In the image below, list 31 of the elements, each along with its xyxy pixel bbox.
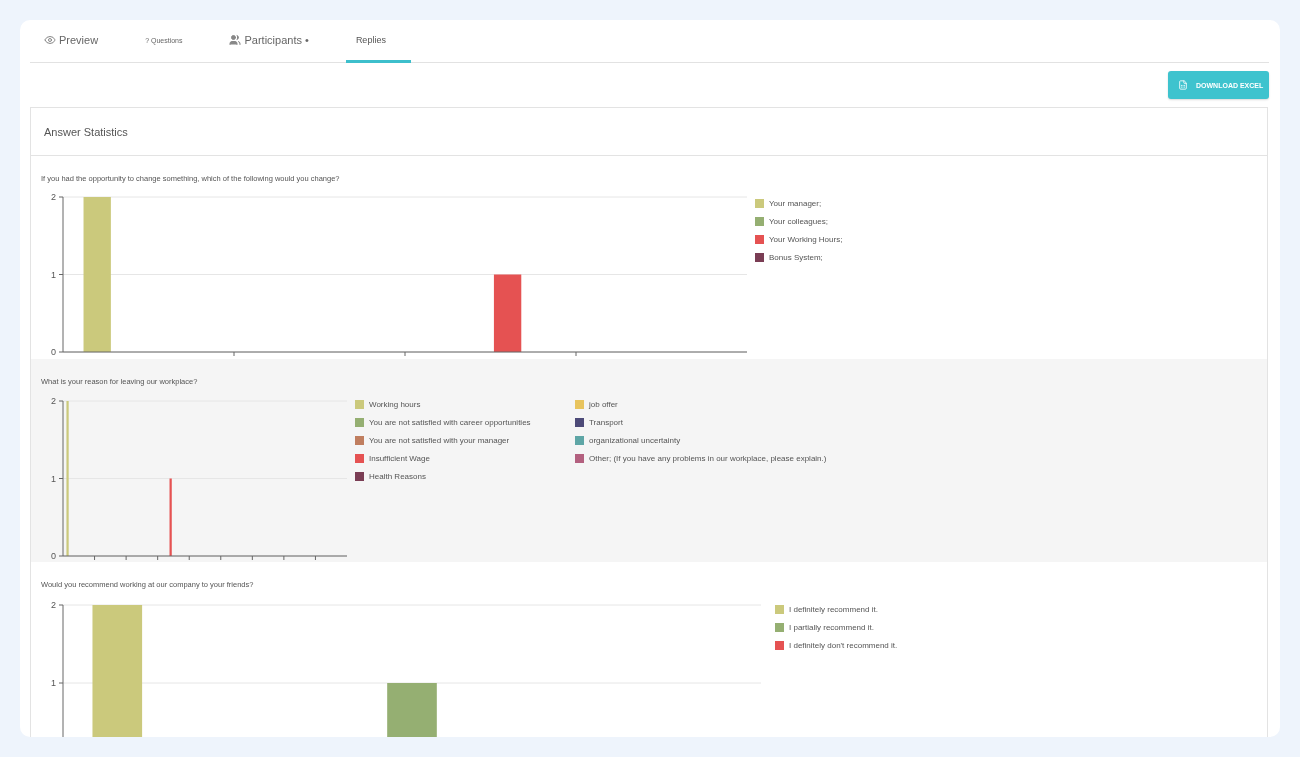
tick-label: 2 (51, 192, 56, 202)
tick-label: 2 (51, 396, 56, 406)
tick-label: 1 (51, 473, 56, 484)
legend-label: Your Working Hours; (769, 234, 843, 244)
panel-title: Answer Statistics (44, 125, 128, 138)
legend-label: I partially recommend it. (789, 622, 874, 632)
legend-label: Transport (589, 417, 623, 427)
tick-label: 1 (51, 678, 56, 688)
legend-label: Your manager; (769, 198, 822, 208)
legend-label: Other; (If you have any problems in our workplace, please explain.) (589, 453, 827, 463)
tick-label: 0 (51, 347, 56, 357)
eye-icon (44, 34, 56, 46)
legend-label: I definitely don't recommend it. (789, 640, 898, 650)
legend-label: job offer (589, 399, 618, 409)
legend-label: Working hours (369, 399, 421, 409)
users-icon (229, 34, 242, 46)
file-icon (1178, 80, 1188, 90)
legend-label: Bonus System; (769, 252, 823, 262)
tab[interactable]: Preview (34, 20, 124, 63)
legend-label: organizational uncertainty (589, 435, 681, 445)
legend-label: I definitely recommend it. (789, 604, 878, 614)
legend-label: Your colleagues; (769, 216, 828, 226)
tick-label: 2 (51, 600, 56, 610)
legend-label: Health Reasons (369, 471, 426, 481)
legend-label: You are not satisfied with your manager (369, 435, 510, 445)
legend-label: You are not satisfied with career opportunities (369, 417, 531, 427)
legend-label: Insufficient Wage (369, 453, 430, 463)
tab[interactable]: Replies (345, 20, 411, 63)
tab[interactable]: Participants • (219, 20, 334, 63)
tick-label: 0 (51, 551, 56, 561)
tick-label: 1 (51, 269, 56, 280)
